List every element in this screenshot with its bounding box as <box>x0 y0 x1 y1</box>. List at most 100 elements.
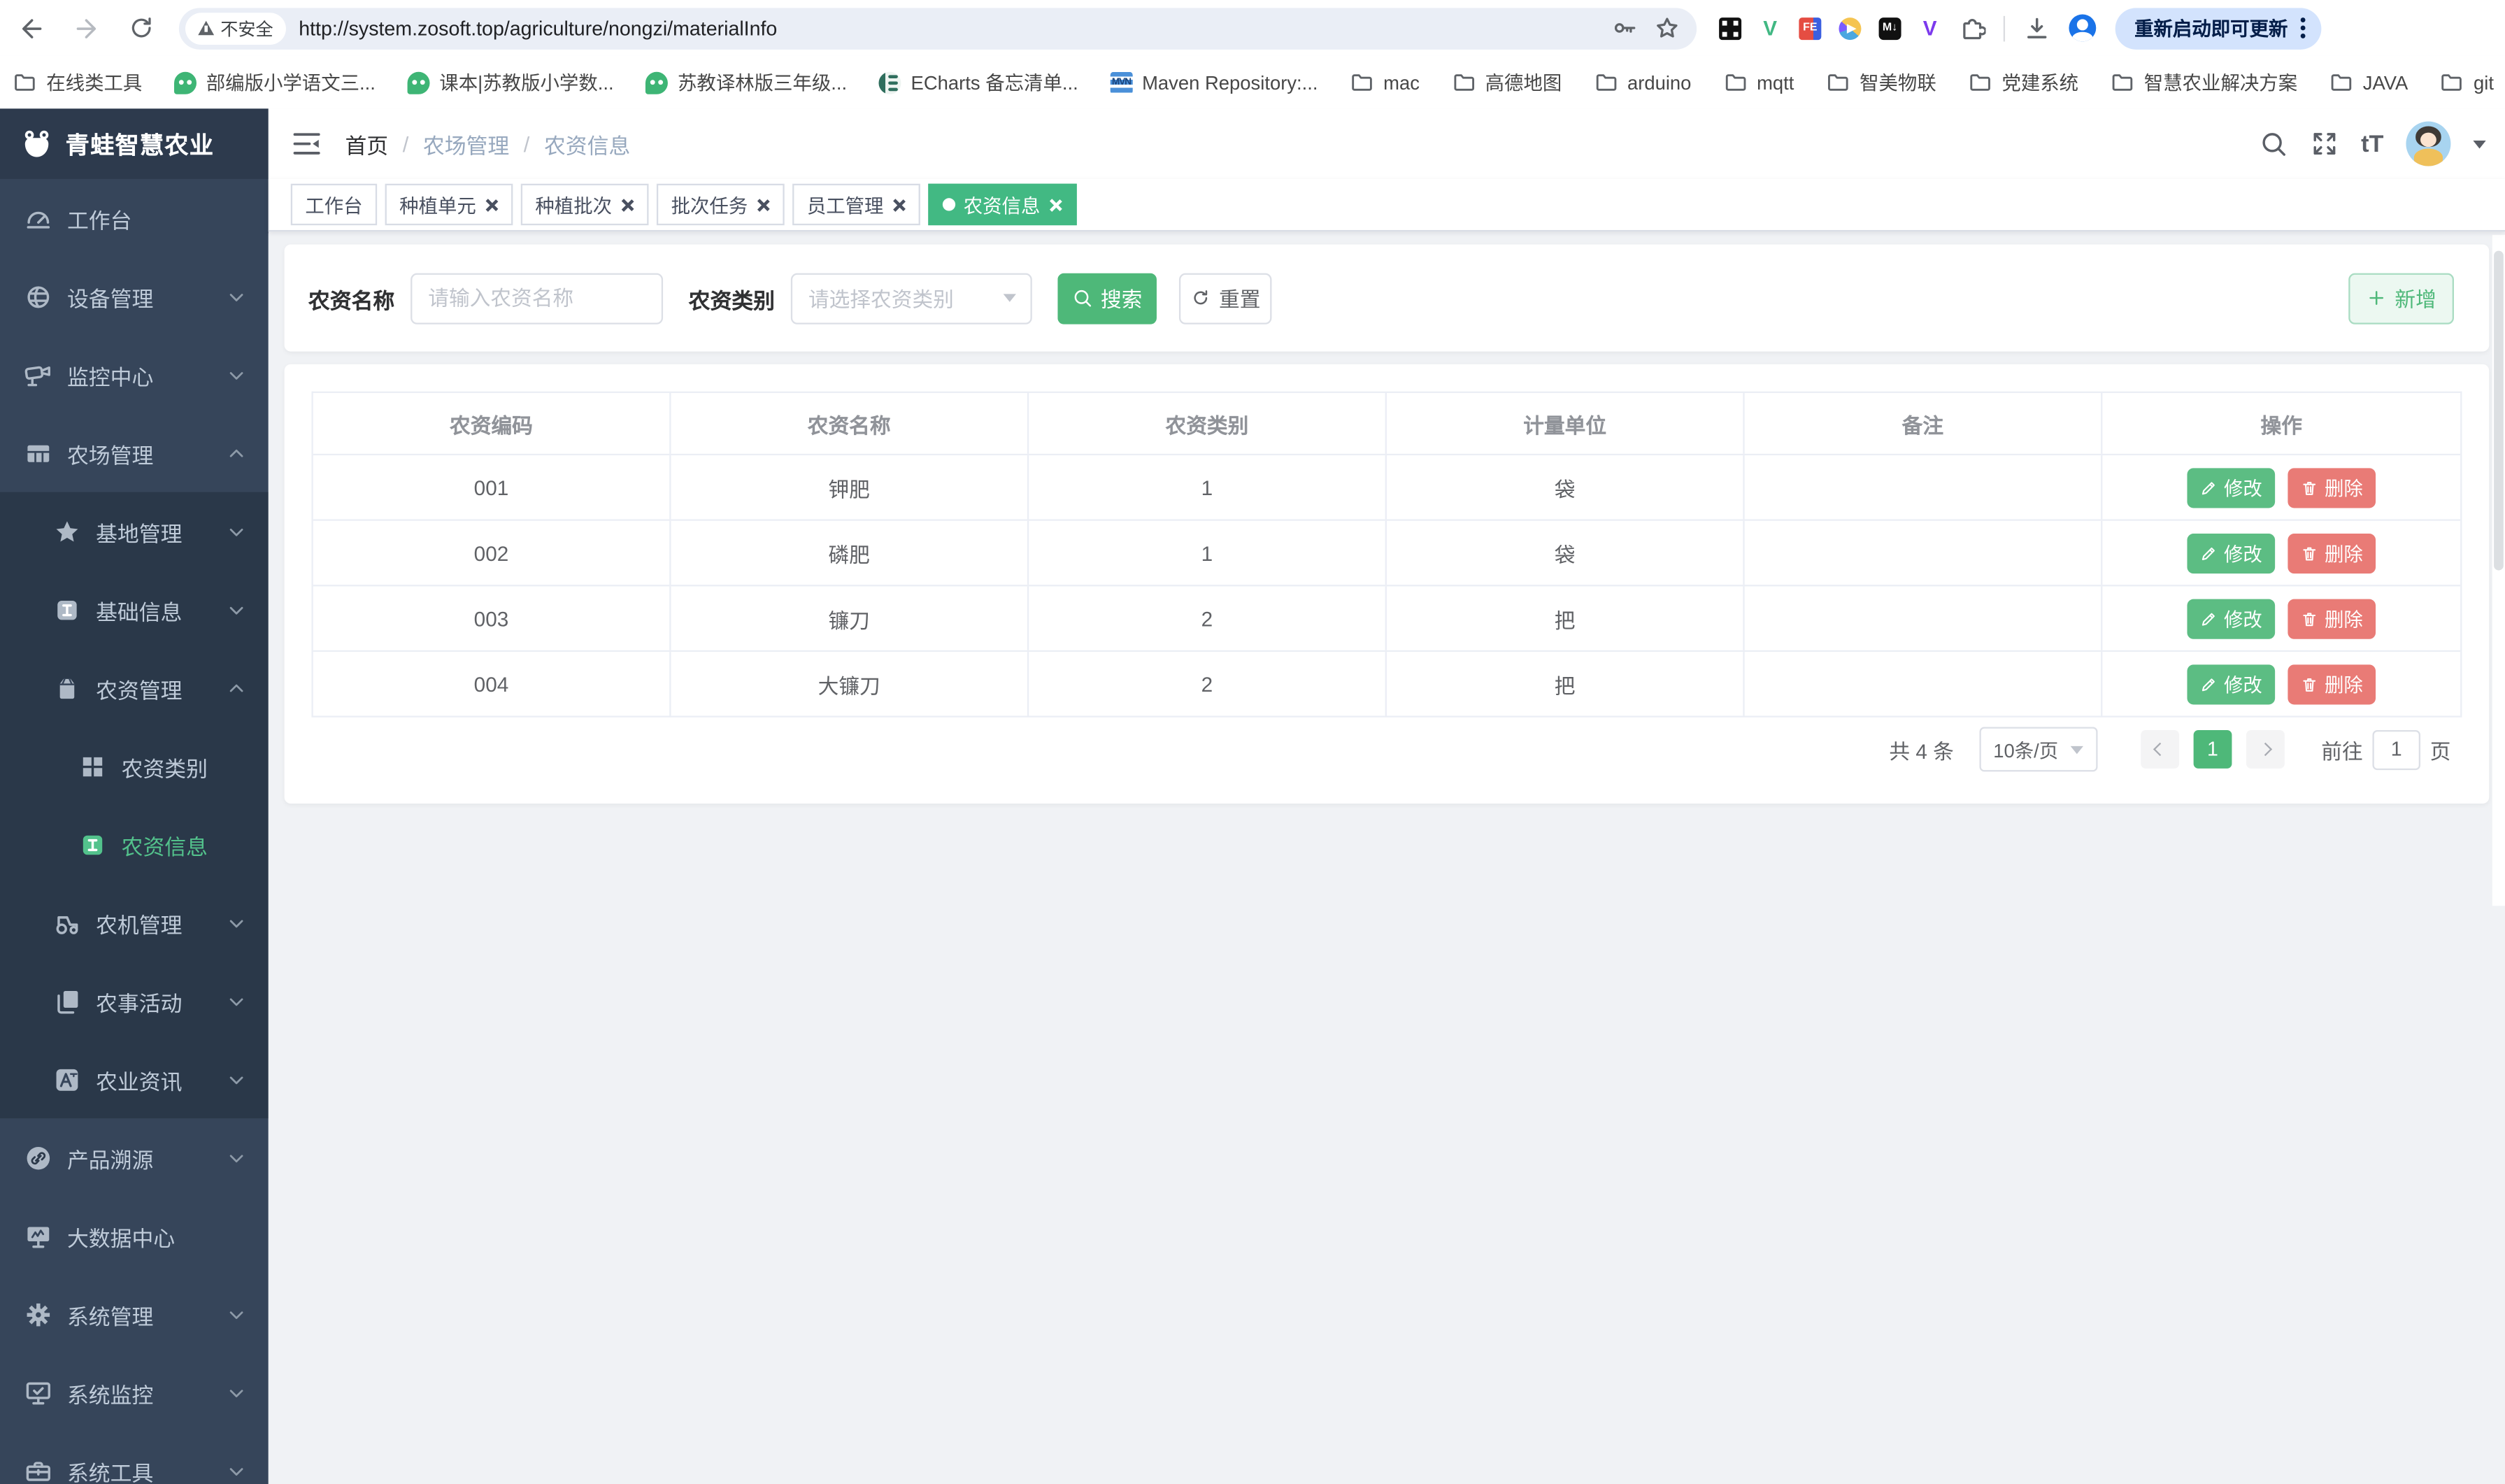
close-icon[interactable] <box>892 197 906 212</box>
security-chip[interactable]: 不安全 <box>185 12 286 44</box>
goto-label: 前往 <box>2321 734 2362 764</box>
collapse-sidebar-icon[interactable] <box>291 128 323 160</box>
user-avatar[interactable] <box>2406 122 2450 166</box>
next-page-button[interactable] <box>2246 730 2285 769</box>
tab-staff-management[interactable]: 员工管理 <box>792 184 920 225</box>
more-menu-icon[interactable] <box>2301 26 2306 31</box>
delete-button[interactable]: 删除 <box>2288 599 2376 638</box>
fullscreen-icon[interactable] <box>2310 129 2339 158</box>
sidebar-item-bigdata-center[interactable]: 大数据中心 <box>0 1197 269 1275</box>
dashboard-icon <box>24 204 52 232</box>
search-icon[interactable] <box>2259 129 2288 158</box>
password-key-icon[interactable] <box>1611 14 1638 41</box>
sidebar-item-farming-activities[interactable]: 农事活动 <box>0 962 269 1040</box>
page-size-select[interactable]: 10条/页 <box>1979 727 2097 771</box>
bookmark-folder[interactable]: 智慧农业解决方案 <box>2111 69 2297 96</box>
bookmark-folder[interactable]: git <box>2440 71 2494 94</box>
user-menu-caret-icon[interactable] <box>2473 140 2485 148</box>
bookmark-item[interactable]: 部编版小学语文三... <box>174 69 376 96</box>
bookmark-star-icon[interactable] <box>1653 14 1680 41</box>
scrollbar-thumb[interactable] <box>2494 251 2504 571</box>
chevron-down-icon <box>227 992 245 1011</box>
bookmark-folder[interactable]: mqtt <box>1723 71 1794 94</box>
screen: 不安全 http://system.zosoft.top/agriculture… <box>0 0 2505 1484</box>
table-header-row: 农资编码 农资名称 农资类别 计量单位 备注 操作 <box>313 393 2460 455</box>
edit-button[interactable]: 修改 <box>2187 467 2275 507</box>
sidebar-item-basic-info[interactable]: 基础信息 <box>0 571 269 649</box>
material-name-input[interactable] <box>411 273 663 324</box>
sidebar-item-base-management[interactable]: 基地管理 <box>0 492 269 571</box>
bookmark-folder[interactable]: 党建系统 <box>1968 69 2078 96</box>
markdown-extension-icon[interactable]: M↓ <box>1879 17 1901 39</box>
bookmark-item[interactable]: ECharts 备忘清单... <box>879 69 1078 96</box>
bookmark-folder[interactable]: 高德地图 <box>1452 69 1562 96</box>
tab-planting-unit[interactable]: 种植单元 <box>385 184 513 225</box>
goto-page-input[interactable] <box>2372 729 2420 769</box>
table-row: 001 钾肥 1 袋 修改 删除 <box>313 455 2460 521</box>
reset-button[interactable]: 重置 <box>1179 273 1272 324</box>
close-icon[interactable] <box>756 197 771 212</box>
add-button[interactable]: 新增 <box>2348 273 2454 324</box>
edit-button[interactable]: 修改 <box>2187 599 2275 638</box>
back-icon[interactable] <box>10 6 55 50</box>
close-icon[interactable] <box>1048 197 1063 212</box>
sidebar-item-system-monitoring[interactable]: 系统监控 <box>0 1353 269 1432</box>
chrome-profile-avatar[interactable] <box>2069 15 2096 42</box>
sidebar-item-monitoring-center[interactable]: 监控中心 <box>0 336 269 414</box>
bookmark-item[interactable]: MVNMaven Repository:... <box>1110 71 1318 94</box>
sidebar-item-machinery-management[interactable]: 农机管理 <box>0 883 269 962</box>
sidebar-item-farm-management[interactable]: 农场管理 <box>0 414 269 492</box>
material-name-label: 农资名称 <box>308 282 394 314</box>
bookmark-folder[interactable]: mac <box>1350 71 1420 94</box>
scrollbar-track[interactable] <box>2492 235 2505 906</box>
edit-button[interactable]: 修改 <box>2187 533 2275 573</box>
sidebar-item-system-management[interactable]: 系统管理 <box>0 1275 269 1353</box>
delete-button[interactable]: 删除 <box>2288 664 2376 704</box>
close-icon[interactable] <box>484 197 499 212</box>
sidebar-item-system-tools[interactable]: 系统工具 <box>0 1432 269 1484</box>
breadcrumb-farm[interactable]: 农场管理 <box>423 128 509 160</box>
bookmark-folder[interactable]: 在线类工具 <box>13 69 142 96</box>
warning-icon <box>198 21 214 36</box>
update-chrome-button[interactable]: 重新启动即可更新 <box>2115 7 2322 48</box>
font-size-icon[interactable]: tT <box>2361 130 2383 157</box>
bookmark-folder[interactable]: 智美物联 <box>1826 69 1936 96</box>
media-extension-icon[interactable] <box>1839 17 1861 39</box>
breadcrumb-home[interactable]: 首页 <box>345 128 388 160</box>
page-number-1[interactable]: 1 <box>2194 730 2232 769</box>
sidebar-item-product-tracing[interactable]: 产品溯源 <box>0 1118 269 1197</box>
app-header: 首页 / 农场管理 / 农资信息 tT <box>269 108 2505 179</box>
tab-material-info[interactable]: 农资信息 <box>928 184 1076 225</box>
vite-extension-icon[interactable]: V <box>1919 17 1941 39</box>
tab-workbench[interactable]: 工作台 <box>291 184 377 225</box>
tab-batch-task[interactable]: 批次任务 <box>657 184 785 225</box>
reload-icon[interactable] <box>118 6 163 50</box>
bookmark-folder[interactable]: arduino <box>1594 71 1691 94</box>
prev-page-button[interactable] <box>2141 730 2179 769</box>
sidebar-item-material-info[interactable]: 农资信息 <box>0 805 269 883</box>
delete-button[interactable]: 删除 <box>2288 467 2376 507</box>
sidebar-item-agri-news[interactable]: 农业资讯 <box>0 1040 269 1118</box>
delete-button[interactable]: 删除 <box>2288 533 2376 573</box>
sidebar-item-workbench[interactable]: 工作台 <box>0 179 269 257</box>
bookmark-folder[interactable]: JAVA <box>2329 71 2408 94</box>
bookmark-item[interactable]: 苏教译林版三年级... <box>645 69 847 96</box>
downloads-icon[interactable] <box>2022 13 2051 42</box>
extensions-puzzle-icon[interactable] <box>1959 14 1986 41</box>
sidebar-item-material-category[interactable]: 农资类别 <box>0 727 269 805</box>
url-text[interactable]: http://system.zosoft.top/agriculture/non… <box>299 17 1611 39</box>
forward-icon[interactable] <box>64 6 108 50</box>
close-icon[interactable] <box>620 197 634 212</box>
sidebar-item-devices[interactable]: 设备管理 <box>0 257 269 336</box>
fe-extension-icon[interactable]: FE <box>1799 17 1821 39</box>
qr-extension-icon[interactable] <box>1719 17 1741 39</box>
vue-devtools-icon[interactable]: V <box>1759 17 1781 39</box>
edit-button[interactable]: 修改 <box>2187 664 2275 704</box>
address-bar[interactable]: 不安全 http://system.zosoft.top/agriculture… <box>179 7 1697 48</box>
material-category-select[interactable]: 请选择农资类别 <box>791 273 1032 324</box>
sidebar-item-material-management[interactable]: 农资管理 <box>0 649 269 727</box>
logo[interactable]: 青蛙智慧农业 <box>0 108 269 179</box>
search-button[interactable]: 搜索 <box>1057 273 1157 324</box>
tab-planting-batch[interactable]: 种植批次 <box>521 184 649 225</box>
bookmark-item[interactable]: 课本|苏教版小学数... <box>408 69 614 96</box>
